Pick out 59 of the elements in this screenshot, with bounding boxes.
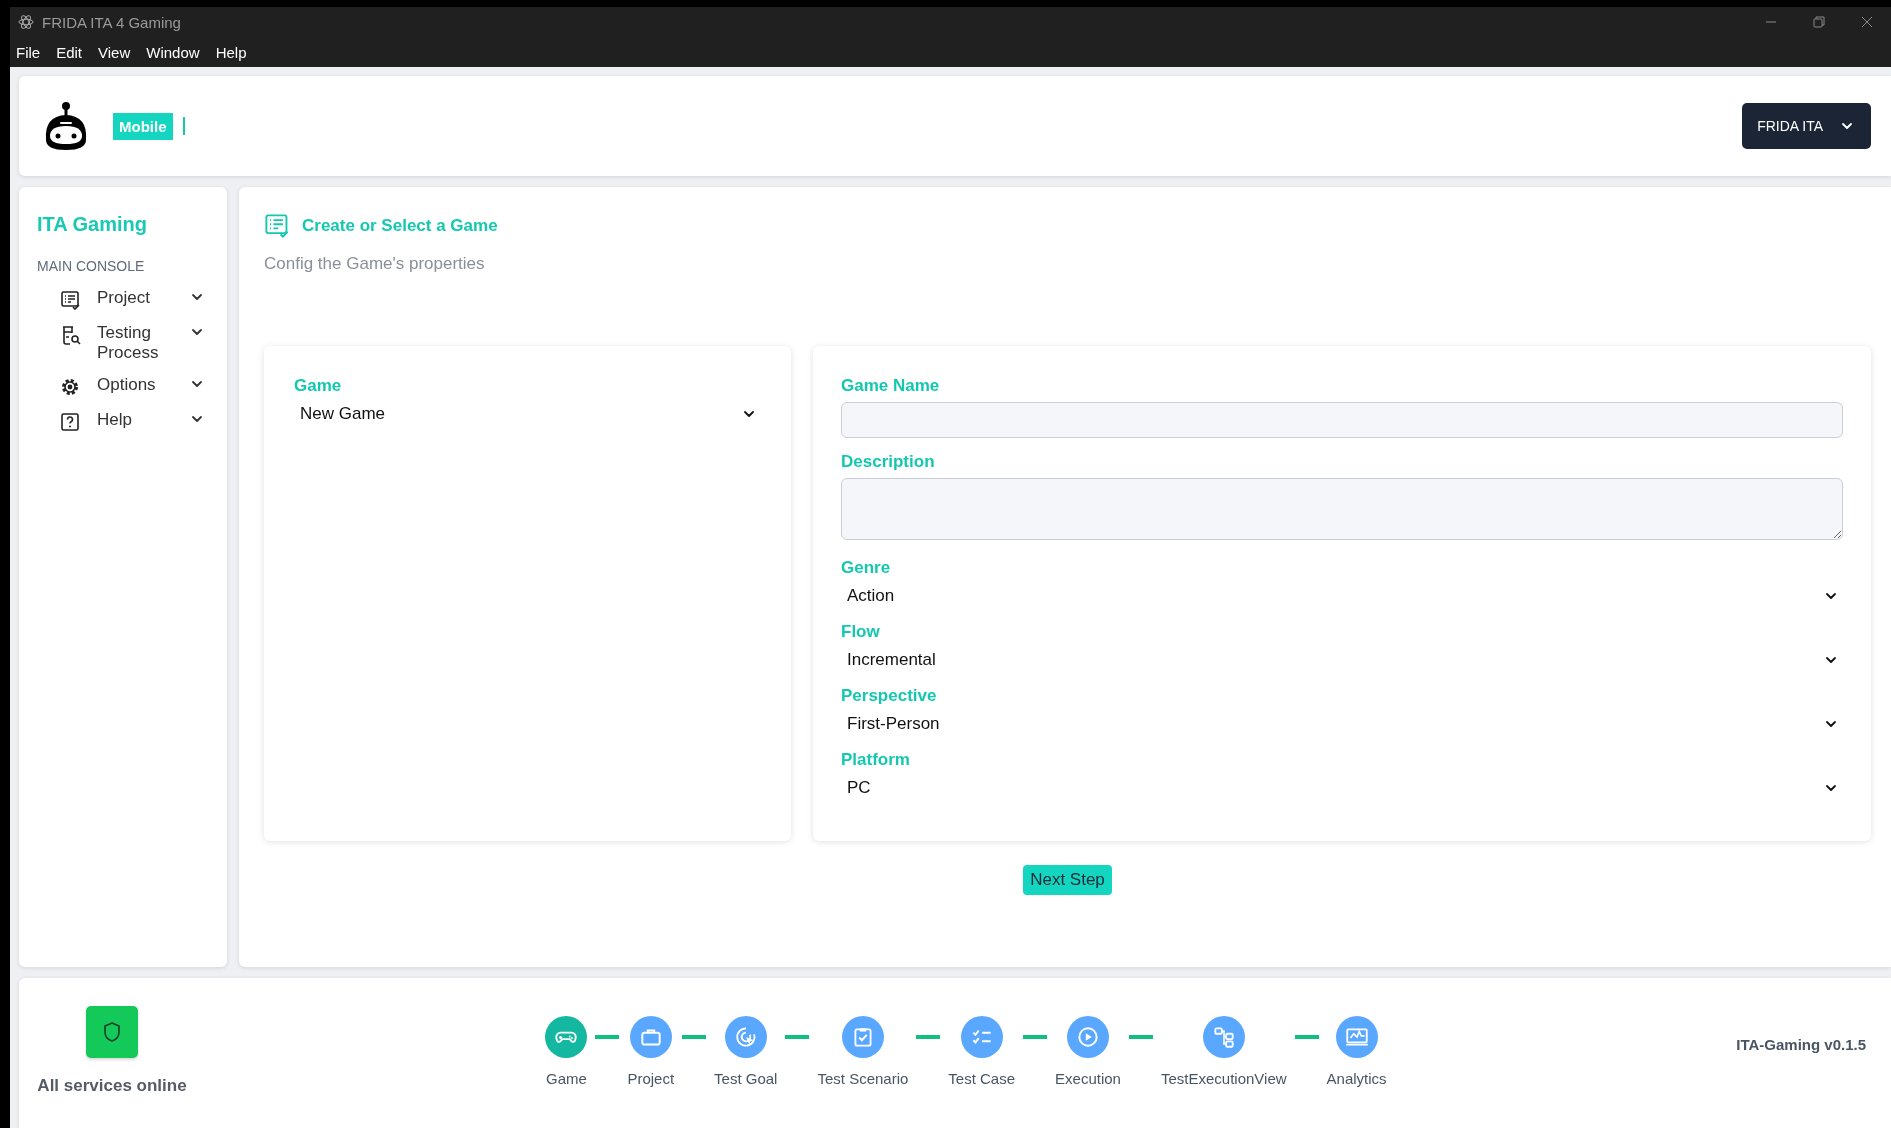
- field-label: Platform: [841, 750, 911, 770]
- step-item[interactable]: Analytics: [1326, 1016, 1387, 1087]
- sidebar-item[interactable]: Project: [37, 288, 209, 311]
- chevron-down-icon: [191, 326, 203, 338]
- dropdown-select[interactable]: Incremental: [841, 648, 1843, 672]
- menu-item[interactable]: Edit: [56, 43, 83, 61]
- window-title: FRIDA ITA 4 Gaming: [42, 13, 182, 31]
- menu-item[interactable]: View: [98, 43, 131, 61]
- chevron-down-icon: [191, 291, 203, 303]
- field-label: Game: [294, 376, 343, 396]
- dropdown-select[interactable]: First-Person: [841, 712, 1843, 736]
- chevron-down-icon: [1825, 718, 1837, 730]
- menu-item[interactable]: File: [16, 43, 41, 61]
- dropdown-select[interactable]: PC: [841, 776, 1843, 800]
- chevron-down-icon: [1825, 654, 1837, 666]
- step-item[interactable]: Test Goal: [714, 1016, 778, 1087]
- sidebar-item[interactable]: Options: [37, 375, 209, 398]
- close-icon[interactable]: [1861, 16, 1873, 28]
- user-menu-button[interactable]: FRIDA ITA: [1742, 103, 1871, 149]
- field-label: Perspective: [841, 686, 938, 706]
- restore-icon[interactable]: [1813, 16, 1825, 28]
- version-label: ITA-Gaming v0.1.5: [1736, 1036, 1866, 1053]
- chevron-down-icon: [1825, 590, 1837, 602]
- page-subtitle: Config the Game's properties: [264, 254, 486, 274]
- menu-item[interactable]: Help: [215, 43, 247, 61]
- field-label: Game Name: [841, 376, 941, 396]
- dropdown-select[interactable]: Action: [841, 584, 1843, 608]
- next-step-button[interactable]: Next Step: [1023, 865, 1112, 895]
- step-item[interactable]: Test Case: [948, 1016, 1016, 1087]
- text-cursor: [182, 117, 185, 135]
- chevron-down-icon: [1841, 120, 1853, 132]
- chevron-down-icon: [743, 408, 755, 420]
- chevron-down-icon: [191, 413, 203, 425]
- status-text: All services online: [37, 1076, 187, 1096]
- gear-icon: [59, 376, 81, 398]
- mode-badge: Mobile: [113, 112, 173, 140]
- field-label: Flow: [841, 622, 881, 642]
- chevron-down-icon: [191, 378, 203, 390]
- shield-icon: [86, 1006, 138, 1058]
- game-select[interactable]: New Game: [294, 402, 761, 426]
- sidebar-title: ITA Gaming: [37, 213, 148, 236]
- step-item[interactable]: TestExecutionView: [1160, 1016, 1287, 1087]
- chevron-down-icon: [1825, 782, 1837, 794]
- list-check-icon: [59, 289, 81, 311]
- field-label: Description: [841, 452, 936, 472]
- list-check-icon: [264, 213, 290, 239]
- input-field[interactable]: [841, 402, 1843, 438]
- step-item[interactable]: Execution: [1055, 1016, 1121, 1087]
- play-icon: [1075, 1024, 1101, 1050]
- section-label: MAIN CONSOLE: [37, 258, 146, 274]
- text-area[interactable]: [841, 478, 1843, 540]
- field-label: Genre: [841, 558, 892, 578]
- sidebar-item[interactable]: Help: [37, 410, 209, 433]
- menu-item[interactable]: Window: [146, 43, 200, 61]
- step-item[interactable]: Test Scenario: [817, 1016, 909, 1087]
- atom-icon: [18, 14, 34, 30]
- question-icon: [59, 411, 81, 433]
- sidebar-item[interactable]: Testing Process: [37, 323, 209, 363]
- page-title: Create or Select a Game: [302, 216, 498, 236]
